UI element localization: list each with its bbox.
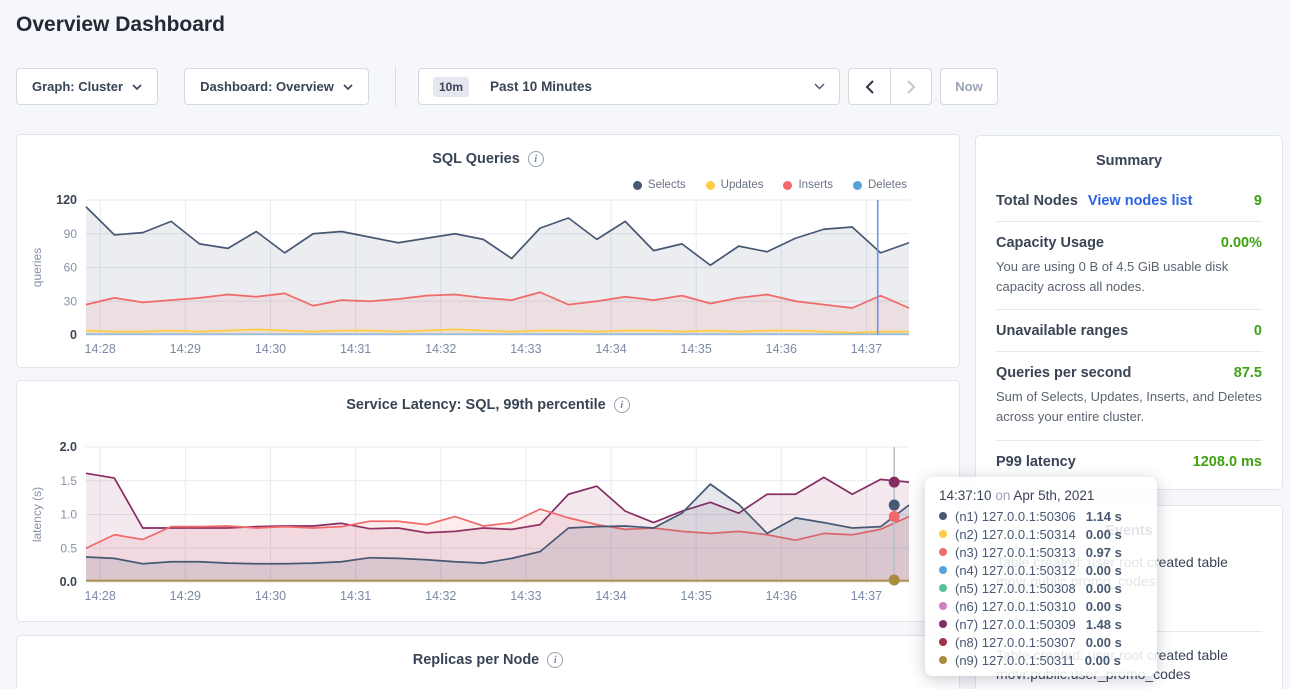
capacity-usage-desc: You are using 0 B of 4.5 GiB usable disk…	[996, 257, 1262, 297]
total-nodes-label: Total Nodes	[996, 193, 1078, 209]
svg-text:14:31: 14:31	[340, 342, 371, 356]
sql-queries-chart-plot[interactable]: 0 30 60 90 120 14:28 14:29 14:30 14:31 14:32 14:33…	[17, 135, 961, 367]
summary-title: Summary	[996, 153, 1262, 169]
capacity-usage-value: 0.00%	[1221, 235, 1262, 251]
tooltip-row: (n2) 127.0.0.1:503140.00 s	[939, 525, 1143, 543]
svg-text:1.5: 1.5	[60, 474, 77, 488]
svg-text:14:36: 14:36	[766, 342, 797, 356]
svg-text:14:29: 14:29	[170, 589, 201, 603]
chevron-left-icon	[865, 80, 874, 94]
node-color-dot-icon	[939, 584, 947, 592]
summary-row-capacity-usage: Capacity Usage 0.00% You are using 0 B o…	[996, 222, 1262, 309]
svg-text:14:28: 14:28	[85, 589, 116, 603]
svg-text:14:34: 14:34	[595, 342, 626, 356]
time-nav-group	[848, 68, 932, 105]
svg-text:0: 0	[70, 328, 77, 342]
replicas-per-node-title: Replicas per Node	[413, 652, 540, 668]
qps-desc: Sum of Selects, Updates, Inserts, and De…	[996, 387, 1262, 427]
unavailable-ranges-label: Unavailable ranges	[996, 323, 1128, 339]
total-nodes-value: 9	[1254, 193, 1262, 209]
tooltip-row: (n1) 127.0.0.1:503061.14 s	[939, 507, 1143, 525]
chart-hover-tooltip: 14:37:10 on Apr 5th, 2021 (n1) 127.0.0.1…	[925, 477, 1157, 676]
dashboard-dropdown-label: Dashboard: Overview	[200, 79, 334, 94]
time-range-badge: 10m	[433, 77, 469, 97]
chevron-down-icon	[343, 84, 353, 90]
chevron-down-icon	[814, 83, 825, 90]
tooltip-row: (n5) 127.0.0.1:503080.00 s	[939, 579, 1143, 597]
svg-text:14:36: 14:36	[766, 589, 797, 603]
next-range-button[interactable]	[890, 68, 932, 105]
svg-text:14:37: 14:37	[851, 589, 882, 603]
view-nodes-list-link[interactable]: View nodes list	[1088, 193, 1193, 209]
unavailable-ranges-value: 0	[1254, 323, 1262, 339]
tooltip-timestamp: 14:37:10 on Apr 5th, 2021	[939, 488, 1143, 503]
svg-text:queries: queries	[30, 248, 44, 287]
replicas-per-node-card: Replicas per Node i	[16, 635, 960, 689]
graph-dropdown[interactable]: Graph: Cluster	[16, 68, 158, 105]
node-color-dot-icon	[939, 530, 947, 538]
svg-text:14:32: 14:32	[425, 342, 456, 356]
qps-value: 87.5	[1234, 365, 1262, 381]
node-color-dot-icon	[939, 602, 947, 610]
svg-text:2.0: 2.0	[60, 440, 77, 454]
svg-text:90: 90	[64, 227, 78, 241]
qps-label: Queries per second	[996, 365, 1131, 381]
summary-panel: Summary Total Nodes View nodes list 9 Ca…	[975, 135, 1283, 490]
svg-text:120: 120	[56, 193, 77, 207]
chevron-down-icon	[132, 84, 142, 90]
svg-text:14:31: 14:31	[340, 589, 371, 603]
svg-text:14:33: 14:33	[510, 342, 541, 356]
node-color-dot-icon	[939, 566, 947, 574]
tooltip-row: (n3) 127.0.0.1:503130.97 s	[939, 543, 1143, 561]
p99-latency-label: P99 latency	[996, 454, 1076, 470]
node-color-dot-icon	[939, 620, 947, 628]
info-icon[interactable]: i	[547, 652, 563, 668]
node-color-dot-icon	[939, 638, 947, 646]
node-color-dot-icon	[939, 656, 947, 664]
tooltip-row: (n8) 127.0.0.1:503070.00 s	[939, 633, 1143, 651]
svg-text:0.5: 0.5	[60, 541, 77, 555]
overview-dashboard-page: Overview Dashboard Graph: Cluster Dashbo…	[0, 0, 1290, 689]
prev-range-button[interactable]	[848, 68, 890, 105]
toolbar-divider	[395, 66, 396, 107]
svg-text:14:32: 14:32	[425, 589, 456, 603]
svg-text:14:37: 14:37	[851, 342, 882, 356]
svg-text:14:29: 14:29	[170, 342, 201, 356]
summary-row-unavailable-ranges: Unavailable ranges 0	[996, 310, 1262, 351]
svg-text:14:30: 14:30	[255, 342, 286, 356]
svg-text:14:34: 14:34	[595, 589, 626, 603]
now-button[interactable]: Now	[940, 68, 998, 105]
node-color-dot-icon	[939, 512, 947, 520]
tooltip-row: (n9) 127.0.0.1:503110.00 s	[939, 651, 1143, 669]
svg-text:1.0: 1.0	[60, 508, 77, 522]
tooltip-row: (n6) 127.0.0.1:503100.00 s	[939, 597, 1143, 615]
svg-text:latency (s): latency (s)	[30, 487, 44, 542]
capacity-usage-label: Capacity Usage	[996, 235, 1104, 251]
page-title: Overview Dashboard	[16, 13, 225, 37]
service-latency-card: Service Latency: SQL, 99th percentile i …	[16, 380, 960, 622]
svg-text:14:33: 14:33	[510, 589, 541, 603]
time-range-label: Past 10 Minutes	[490, 79, 592, 94]
chevron-right-icon	[907, 80, 916, 94]
service-latency-chart-plot[interactable]: 0.0 0.5 1.0 1.5 2.0 14:28 14:29 14:30 14:31 14:32…	[17, 381, 961, 621]
dashboard-dropdown[interactable]: Dashboard: Overview	[184, 68, 369, 105]
svg-text:14:30: 14:30	[255, 589, 286, 603]
summary-row-qps: Queries per second 87.5 Sum of Selects, …	[996, 352, 1262, 439]
sql-queries-card: SQL Queries i Selects Updates Inserts De…	[16, 134, 960, 368]
p99-latency-value: 1208.0 ms	[1193, 454, 1262, 470]
node-color-dot-icon	[939, 548, 947, 556]
summary-row-total-nodes: Total Nodes View nodes list 9	[996, 180, 1262, 221]
tooltip-row: (n4) 127.0.0.1:503120.00 s	[939, 561, 1143, 579]
graph-dropdown-label: Graph: Cluster	[32, 79, 123, 94]
svg-text:30: 30	[64, 294, 78, 308]
svg-text:0.0: 0.0	[60, 575, 77, 589]
summary-row-p99-latency: P99 latency 1208.0 ms	[996, 441, 1262, 482]
time-range-picker[interactable]: 10m Past 10 Minutes	[418, 68, 840, 105]
svg-text:14:28: 14:28	[85, 342, 116, 356]
svg-text:60: 60	[64, 261, 78, 275]
tooltip-row: (n7) 127.0.0.1:503091.48 s	[939, 615, 1143, 633]
svg-text:14:35: 14:35	[681, 589, 712, 603]
svg-text:14:35: 14:35	[681, 342, 712, 356]
